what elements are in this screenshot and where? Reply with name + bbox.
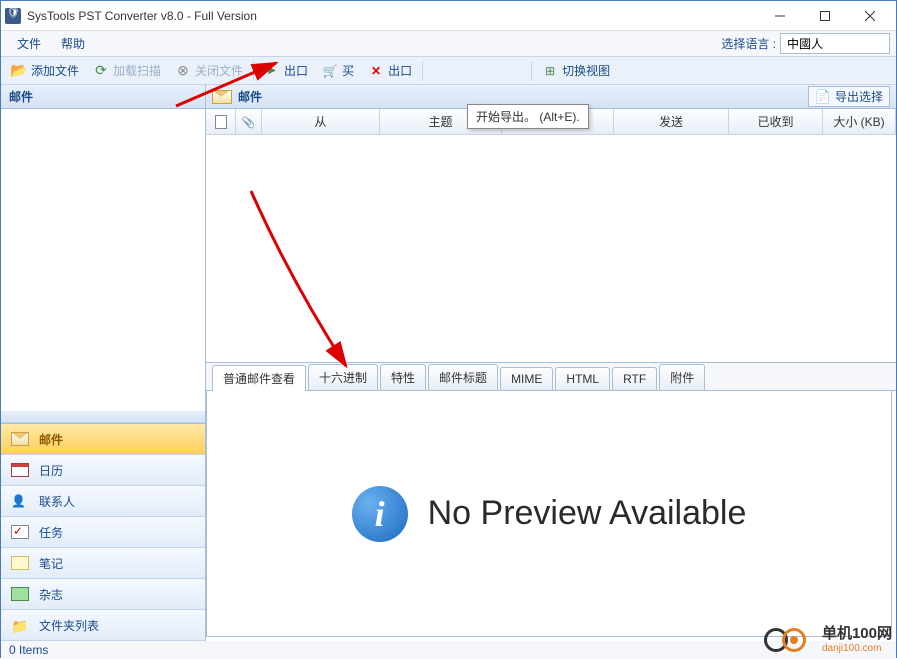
window-title: SysTools PST Converter v8.0 - Full Versi… [27,9,757,23]
maximize-button[interactable] [802,2,847,30]
switch-view-button[interactable]: 切换视图 [536,60,616,81]
info-icon [352,486,408,542]
tab-attachments[interactable]: 附件 [659,364,705,390]
switch-view-label: 切换视图 [562,62,610,79]
close-file-button[interactable]: 关闭文件 [169,60,249,81]
export-label: 出口 [284,62,308,79]
no-preview-text: No Preview Available [428,494,747,533]
col-checkbox[interactable] [206,109,236,134]
cart-icon [322,63,338,79]
scan-icon [93,63,109,79]
nav-notes-label: 笔记 [39,555,63,572]
watermark-logo-icon [764,625,816,655]
export-selected-label: 导出选择 [835,88,883,105]
nav-mail-label: 邮件 [39,431,63,448]
close-button[interactable] [847,2,892,30]
left-panel: 邮件 邮件 日历 联系人 任务 笔记 杂志 文件夹列表 [1,85,206,641]
load-scan-label: 加载扫描 [113,62,161,79]
switch-view-icon [542,63,558,79]
menu-file[interactable]: 文件 [7,31,51,56]
contacts-icon [11,494,29,508]
mail-table: 开始导出。 (Alt+E). 从 主题 至 发送 已收到 大小 (KB) [206,109,896,363]
close-file-label: 关闭文件 [195,62,243,79]
folder-list-icon [11,618,29,632]
col-received[interactable]: 已收到 [729,109,823,134]
mail-icon [11,432,29,446]
folder-icon [11,63,27,79]
x-icon [368,63,384,79]
mail-icon [212,90,232,104]
col-from[interactable]: 从 [262,109,380,134]
nav-contacts[interactable]: 联系人 [1,486,205,517]
status-bar: 0 Items [1,641,896,659]
add-file-button[interactable]: 添加文件 [5,60,85,81]
status-items: 0 Items [9,643,48,657]
language-label: 选择语言 : [721,35,776,52]
nav-calendar-label: 日历 [39,462,63,479]
buy-label: 买 [342,62,354,79]
toolbar: 添加文件 加载扫描 关闭文件 出口 买 出口 切换视图 [1,57,896,85]
nav-notes[interactable]: 笔记 [1,548,205,579]
nav-tasks[interactable]: 任务 [1,517,205,548]
nav-folder-list[interactable]: 文件夹列表 [1,610,205,641]
nav-collapse-grip[interactable] [1,411,205,423]
menu-help[interactable]: 帮助 [51,31,95,56]
nav-section: 邮件 日历 联系人 任务 笔记 杂志 文件夹列表 [1,423,205,641]
window-controls [757,2,892,30]
close-icon [175,63,191,79]
app-icon [5,8,21,24]
tab-mail-header[interactable]: 邮件标题 [428,364,498,390]
calendar-icon [11,463,29,477]
buy-button[interactable]: 买 [316,60,360,81]
menu-bar: 文件 帮助 选择语言 : 中國人 [1,31,896,57]
right-header-title: 邮件 [238,88,262,105]
export2-button[interactable]: 出口 [362,60,418,81]
tasks-icon [11,525,29,539]
export-icon [815,89,831,105]
preview-area: No Preview Available [206,391,892,637]
nav-tasks-label: 任务 [39,524,63,541]
nav-journal-label: 杂志 [39,586,63,603]
main-area: 邮件 邮件 日历 联系人 任务 笔记 杂志 文件夹列表 邮件 导出选择 开 [1,85,896,641]
right-panel: 邮件 导出选择 开始导出。 (Alt+E). 从 主题 至 发送 已收到 大小 … [206,85,896,641]
export-tooltip: 开始导出。 (Alt+E). [467,104,589,129]
nav-calendar[interactable]: 日历 [1,455,205,486]
clip-icon [242,115,256,129]
tab-rtf[interactable]: RTF [612,367,657,390]
add-file-label: 添加文件 [31,62,79,79]
nav-journal[interactable]: 杂志 [1,579,205,610]
watermark: 单机100网 danji100.com [764,625,892,655]
nav-folder-list-label: 文件夹列表 [39,617,99,634]
watermark-main: 单机100网 [822,626,892,643]
col-attachment[interactable] [236,109,262,134]
tab-properties[interactable]: 特性 [380,364,426,390]
nav-mail[interactable]: 邮件 [1,424,205,455]
journal-icon [11,587,29,601]
play-icon [264,63,280,79]
export2-label: 出口 [388,62,412,79]
minimize-button[interactable] [757,2,802,30]
left-header: 邮件 [1,85,205,109]
language-select[interactable]: 中國人 [780,33,890,54]
doc-icon [215,115,227,129]
col-size[interactable]: 大小 (KB) [823,109,896,134]
export-selected-button[interactable]: 导出选择 [808,86,890,107]
col-sent[interactable]: 发送 [614,109,729,134]
notes-icon [11,556,29,570]
tab-hex[interactable]: 十六进制 [308,364,378,390]
nav-contacts-label: 联系人 [39,493,75,510]
tab-normal-view[interactable]: 普通邮件查看 [212,365,306,391]
tab-mime[interactable]: MIME [500,367,553,390]
tab-html[interactable]: HTML [555,367,610,390]
load-scan-button[interactable]: 加载扫描 [87,60,167,81]
folder-tree[interactable] [1,109,205,411]
title-bar: SysTools PST Converter v8.0 - Full Versi… [1,1,896,31]
export-button[interactable]: 出口 [258,60,314,81]
watermark-sub: danji100.com [822,643,892,654]
preview-tabs: 普通邮件查看 十六进制 特性 邮件标题 MIME HTML RTF 附件 [206,363,896,391]
